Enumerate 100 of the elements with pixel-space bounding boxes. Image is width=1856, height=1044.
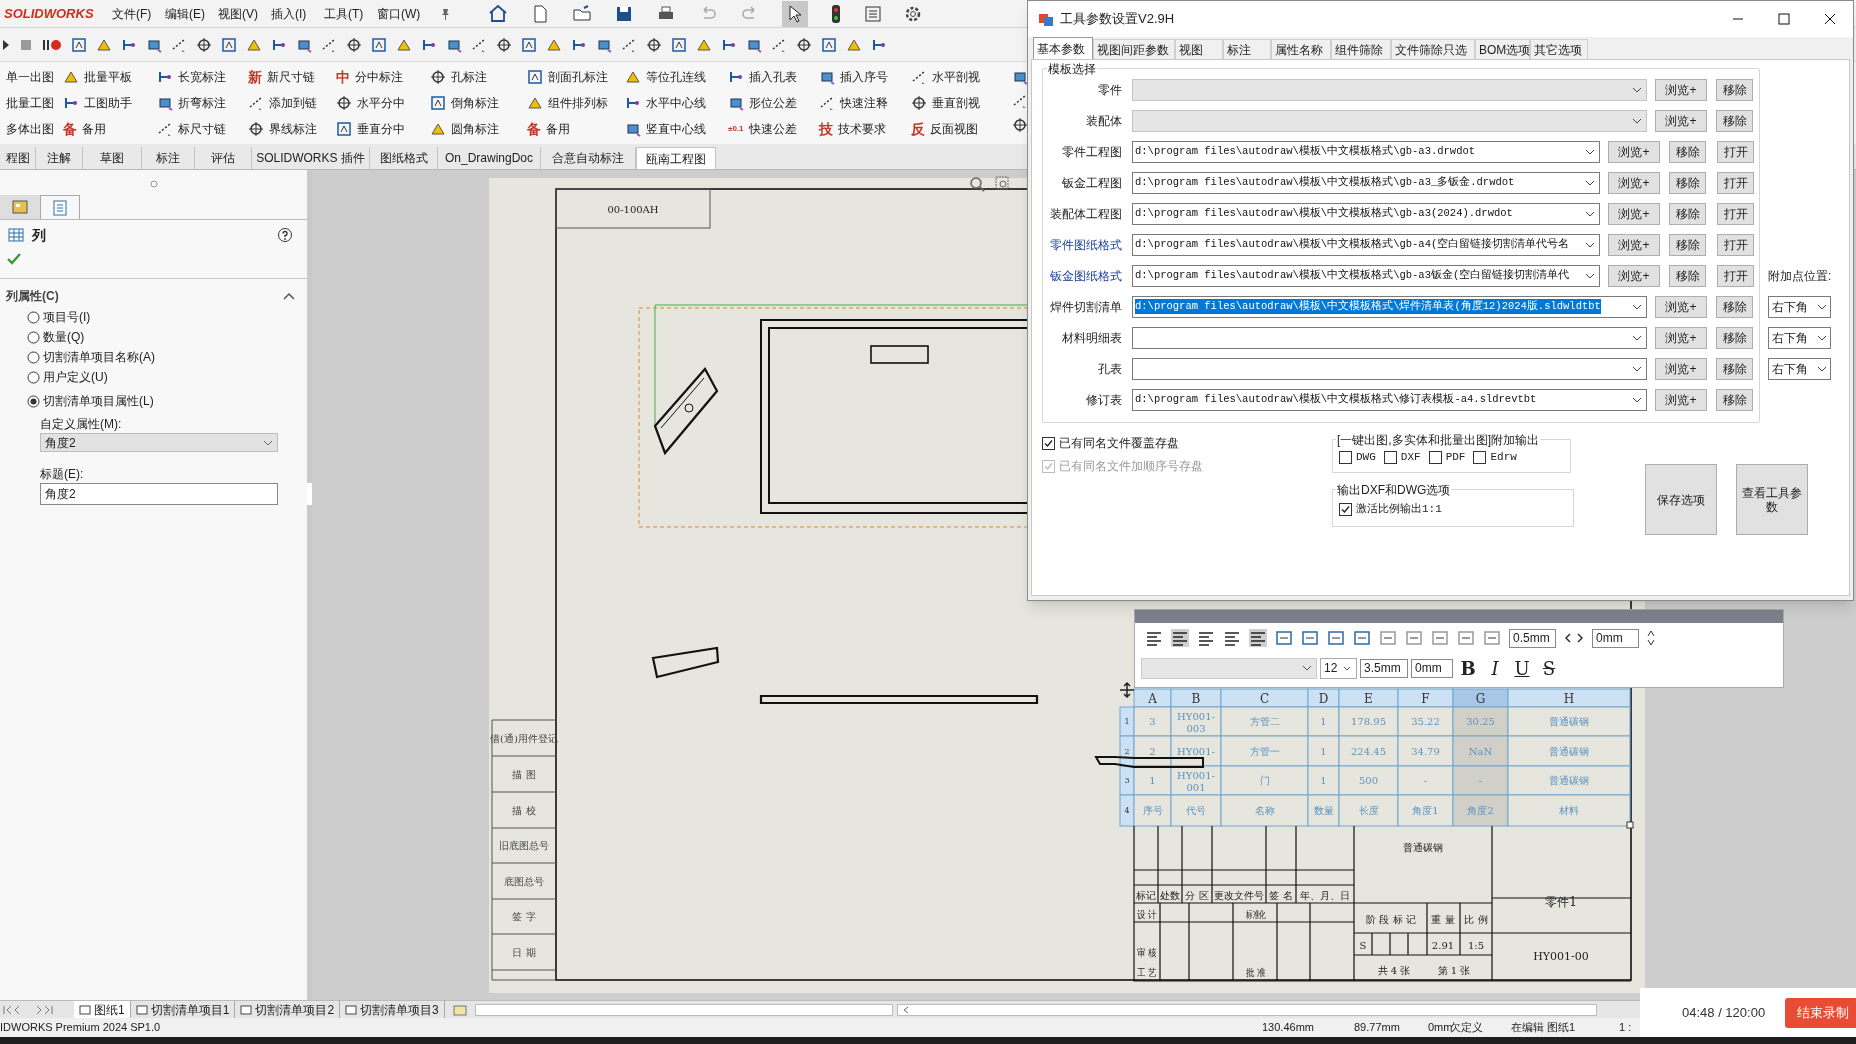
tool-icon[interactable] — [1012, 93, 1028, 109]
checkbox-option[interactable]: Edrw — [1473, 449, 1517, 466]
settings-icon[interactable] — [904, 4, 922, 23]
checkbox[interactable] — [1339, 503, 1352, 516]
command-button[interactable]: 圆角标注 — [430, 117, 527, 141]
ribbon-tab[interactable]: 图纸格式 — [370, 147, 438, 169]
radio-button[interactable] — [27, 370, 40, 384]
dialog-tab[interactable]: 组件筛除 — [1331, 39, 1391, 59]
dialog-button[interactable]: 移除 — [1716, 295, 1753, 318]
dialog-button[interactable]: 移除 — [1716, 109, 1753, 132]
dialog-button[interactable]: 浏览+ — [1608, 233, 1660, 256]
checkbox[interactable] — [1339, 451, 1352, 464]
column-header[interactable]: F — [1397, 688, 1454, 708]
command-button[interactable]: 孔标注 — [430, 65, 527, 89]
stop-recording-button[interactable]: 结束录制 — [1785, 997, 1856, 1028]
command-button[interactable]: 竖直中心线 — [625, 117, 728, 141]
ribbon-tab[interactable]: 注解 — [36, 147, 83, 169]
dialog-button[interactable]: 打开 — [1717, 264, 1754, 287]
dialog-button[interactable]: 浏览+ — [1655, 388, 1707, 411]
command-button[interactable]: 新 新尺寸链 — [248, 65, 336, 89]
dialog-tab[interactable]: 标注 — [1223, 39, 1271, 59]
template-combo-box[interactable] — [1132, 326, 1647, 349]
radio-option[interactable]: 切割清单项目名称(A) — [27, 347, 307, 367]
command-button[interactable]: 快速注释 — [819, 91, 911, 115]
traffic-light-icon[interactable] — [830, 3, 842, 24]
horizontal-scrollbar[interactable] — [474, 1003, 893, 1016]
template-combo-box[interactable]: d:\program files\autodraw\模板\中文模板格式\修订表模板-a4.sldrevtbt — [1132, 388, 1647, 411]
command-button[interactable]: 等位孔连线 — [625, 65, 728, 89]
column-header[interactable]: H — [1507, 688, 1631, 708]
sheet-tab[interactable]: 图纸1 — [74, 1001, 131, 1018]
home-icon[interactable] — [488, 3, 508, 24]
command-button[interactable]: 界线标注 — [248, 117, 336, 141]
template-combo-box[interactable]: d:\program files\autodraw\模板\中文模板格式\gb-a3.drwdot — [1132, 140, 1600, 163]
column-header[interactable]: E — [1338, 688, 1399, 708]
position-combo-box[interactable]: 右下角 — [1768, 295, 1831, 318]
style-button[interactable]: I — [1483, 654, 1507, 682]
dialog-button[interactable]: 移除 — [1669, 233, 1706, 256]
ribbon-tab[interactable]: 瓯南工程图 — [636, 147, 716, 169]
style-button[interactable]: S — [1537, 654, 1561, 682]
dialog-tab[interactable]: 视图间距参数 — [1093, 39, 1175, 59]
dialog-button[interactable]: 保存选项 — [1645, 464, 1717, 535]
command-button[interactable]: 水平中心线 — [625, 91, 728, 115]
tool-icon[interactable] — [71, 36, 87, 53]
input-field[interactable]: 3.5mm — [1360, 658, 1408, 678]
command-button[interactable]: 折弯标注 — [157, 91, 248, 115]
dialog-button[interactable]: 浏览+ — [1655, 326, 1707, 349]
tool-icon[interactable] — [196, 36, 212, 53]
command-button[interactable]: 长宽标注 — [157, 65, 248, 89]
sheet-navigation-icon[interactable] — [2, 1004, 54, 1015]
dialog-button[interactable]: 移除 — [1716, 78, 1753, 101]
template-combo-box[interactable]: d:\program files\autodraw\模板\中文模板格式\gb-a3(2024).drwdot — [1132, 202, 1600, 225]
play-icon[interactable] — [2, 38, 10, 51]
radio-option[interactable]: 项目号(I) — [27, 307, 307, 327]
dialog-tab[interactable]: BOM选项 — [1475, 39, 1530, 59]
command-button[interactable]: 中 分中标注 — [336, 65, 430, 89]
command-button[interactable]: 添加到链 — [248, 91, 336, 115]
position-combo-box[interactable]: 右下角 — [1768, 357, 1831, 380]
horizontal-scrollbar[interactable] — [896, 1003, 1597, 1016]
command-button[interactable]: 备 备用 — [527, 117, 625, 141]
tool-icon[interactable] — [371, 36, 387, 53]
tool-icon[interactable] — [221, 36, 237, 53]
command-button[interactable]: 批量工图 — [6, 91, 63, 115]
folder-icon[interactable] — [572, 3, 592, 24]
dialog-button[interactable]: 移除 — [1716, 388, 1753, 411]
tool-icon[interactable] — [1012, 117, 1028, 133]
tool-icon[interactable] — [496, 36, 512, 53]
dialog-button[interactable]: 移除 — [1669, 171, 1706, 194]
radio-button[interactable] — [27, 394, 40, 408]
command-button[interactable]: 工图助手 — [63, 91, 157, 115]
tool-icon[interactable] — [671, 36, 687, 53]
dialog-button[interactable]: 移除 — [1716, 357, 1753, 380]
dialog-button[interactable]: 浏览+ — [1655, 295, 1707, 318]
position-combo-box[interactable]: 右下角 — [1768, 326, 1831, 349]
dialog-button[interactable]: 移除 — [1669, 264, 1706, 287]
row-header[interactable]: 2 — [1119, 735, 1135, 767]
dialog-button[interactable]: 打开 — [1717, 140, 1754, 163]
ribbon-tab[interactable]: 标注 — [142, 147, 195, 169]
radio-button[interactable] — [27, 350, 40, 364]
align-icon[interactable] — [1145, 629, 1163, 647]
tool-icon[interactable] — [646, 36, 662, 53]
row-header[interactable]: 4 — [1119, 794, 1135, 827]
menu-item[interactable]: 视图(V) — [218, 4, 271, 23]
dialog-button[interactable]: 移除 — [1669, 140, 1706, 163]
radio-option[interactable]: 切割清单项目属性(L) — [27, 391, 307, 411]
template-combo-box[interactable] — [1132, 357, 1647, 380]
command-button[interactable]: 水平分中 — [336, 91, 430, 115]
menu-item[interactable]: 文件(F) — [112, 4, 165, 23]
command-button[interactable]: 备 备用 — [63, 117, 157, 141]
dialog-button[interactable]: 打开 — [1717, 171, 1754, 194]
command-button[interactable]: 批量平板 — [63, 65, 157, 89]
dialog-tab[interactable]: 其它选项 — [1530, 39, 1588, 59]
command-button[interactable]: 插入孔表 — [728, 65, 819, 89]
splitter-handle[interactable] — [307, 483, 312, 505]
help-icon[interactable] — [277, 227, 293, 243]
resize-handle[interactable] — [1626, 821, 1634, 829]
command-button[interactable]: 反 反面视图 — [911, 117, 1010, 141]
radio-button[interactable] — [27, 330, 40, 344]
dialog-tab[interactable]: 属性名称 — [1271, 39, 1331, 59]
dialog-button[interactable]: 浏览+ — [1608, 140, 1660, 163]
command-button[interactable]: 多体出图 — [6, 117, 63, 141]
